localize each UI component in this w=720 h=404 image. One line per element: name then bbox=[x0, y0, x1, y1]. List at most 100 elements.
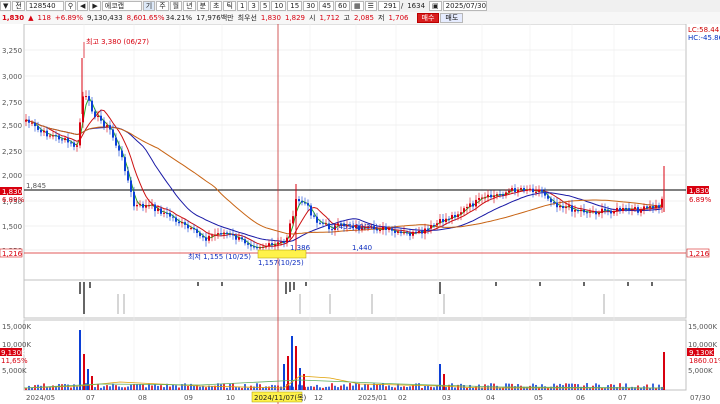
calendar-icon[interactable]: ▣ bbox=[429, 1, 442, 11]
candle-body-190 bbox=[595, 211, 597, 215]
period-year-button[interactable]: 년 bbox=[183, 1, 196, 11]
volume-bar-25 bbox=[100, 387, 102, 390]
vol-right-5000: 5,000K bbox=[688, 367, 713, 375]
volume-spike-3 bbox=[91, 376, 93, 390]
date-label-03: 03 bbox=[442, 394, 451, 402]
low-annotation: 최저 1,155 (10/25) bbox=[188, 252, 251, 261]
candle-body-25 bbox=[100, 115, 102, 121]
volume-bar-120 bbox=[385, 386, 387, 390]
volume-spike-0 bbox=[79, 330, 81, 390]
volume-bar-176 bbox=[553, 383, 555, 390]
volume-bar-81 bbox=[268, 386, 270, 390]
candle-body-199 bbox=[622, 208, 624, 212]
candle-body-72 bbox=[241, 237, 243, 240]
interval-45-button[interactable]: 45 bbox=[319, 1, 335, 11]
candle-body-63 bbox=[214, 234, 216, 236]
candle-body-65 bbox=[220, 233, 222, 235]
stock-chart[interactable]: 3,250 3,000 2,750 2,500 2,250 2,000 1,75… bbox=[0, 24, 720, 404]
volume-bar-51 bbox=[178, 387, 180, 390]
date-label-07a: 07 bbox=[86, 394, 95, 402]
volume-spike-11 bbox=[443, 374, 445, 390]
candle-body-8 bbox=[49, 135, 51, 137]
candle-body-212 bbox=[661, 198, 663, 208]
interval-5-button[interactable]: 5 bbox=[259, 1, 271, 11]
interval-30-button[interactable]: 30 bbox=[303, 1, 319, 11]
interval-3-button[interactable]: 3 bbox=[248, 1, 259, 11]
candle-body-49 bbox=[172, 216, 174, 218]
volume-bar-49 bbox=[172, 384, 174, 390]
candle-body-132 bbox=[421, 231, 423, 234]
volume-bar-112 bbox=[361, 387, 363, 390]
candle-body-206 bbox=[643, 206, 645, 210]
interval-60-button[interactable]: 60 bbox=[335, 1, 350, 11]
right-price-label: 1,830 bbox=[689, 187, 709, 195]
prev-stock-arrow-icon[interactable]: ◀ bbox=[76, 1, 89, 11]
candle-body-7 bbox=[46, 130, 48, 137]
candle-body-143 bbox=[454, 215, 456, 218]
volume-bar-46 bbox=[163, 387, 165, 390]
code-dropdown[interactable]: ▼ bbox=[0, 1, 12, 11]
candle-body-140 bbox=[445, 218, 447, 223]
volume-bar-153 bbox=[484, 384, 486, 390]
candle-body-80 bbox=[265, 246, 267, 248]
candle-body-176 bbox=[553, 202, 555, 204]
candle-body-205 bbox=[640, 209, 642, 213]
volume-bar-29 bbox=[112, 383, 114, 390]
period-minute-button[interactable]: 분 bbox=[196, 1, 210, 11]
date-label-09: 09 bbox=[184, 394, 193, 402]
volume-bar-24 bbox=[97, 384, 99, 390]
candle-body-87 bbox=[286, 237, 288, 243]
ratio-percent: 34.21% bbox=[165, 14, 193, 22]
period-tick-button[interactable]: 틱 bbox=[223, 1, 236, 11]
interval-1-button[interactable]: 1 bbox=[236, 1, 248, 11]
buy-button[interactable]: 매수 bbox=[416, 13, 440, 23]
investor-button[interactable]: 기 bbox=[142, 1, 156, 11]
volume-bar-129 bbox=[412, 385, 414, 390]
candle-body-151 bbox=[478, 198, 480, 200]
market-type-button[interactable]: 전 bbox=[12, 1, 25, 11]
candle-body-182 bbox=[571, 205, 573, 212]
cursor-date-label: 2024/11/07(목) bbox=[254, 394, 307, 402]
candle-body-171 bbox=[538, 189, 540, 192]
volume-bar-195 bbox=[610, 384, 612, 390]
candle-body-100 bbox=[325, 223, 327, 225]
candle-body-131 bbox=[418, 231, 420, 233]
date-label-2024-05: 2024/05 bbox=[26, 394, 55, 402]
vol-left-15000: 15,000K bbox=[2, 323, 31, 331]
candle-body-202 bbox=[631, 208, 633, 211]
candle-body-23 bbox=[94, 111, 96, 118]
next-stock-arrow-icon[interactable]: ▶ bbox=[89, 1, 101, 11]
interval-10-button[interactable]: 10 bbox=[271, 1, 287, 11]
candle-body-186 bbox=[583, 209, 585, 213]
candle-body-142 bbox=[451, 215, 453, 219]
candle-body-14 bbox=[67, 138, 69, 143]
sell-button[interactable]: 매도 bbox=[440, 13, 464, 23]
period-day-button[interactable]: 주 bbox=[156, 1, 169, 11]
candle-body-203 bbox=[634, 207, 636, 209]
price-label-3000: 3,000 bbox=[2, 73, 22, 81]
period-month-button[interactable]: 월 bbox=[169, 1, 183, 11]
indicator-icon[interactable]: ☰ bbox=[364, 1, 377, 11]
page-count-field[interactable]: 291 bbox=[377, 1, 400, 11]
candle-body-141 bbox=[448, 218, 450, 220]
volume-bar-181 bbox=[568, 383, 570, 390]
chart-settings-icon[interactable]: ▦ bbox=[350, 1, 364, 11]
candle-body-3 bbox=[34, 122, 36, 127]
candle-body-75 bbox=[250, 244, 252, 247]
interval-15-button[interactable]: 15 bbox=[287, 1, 303, 11]
volume-bar-117 bbox=[376, 384, 378, 390]
candle-body-121 bbox=[388, 228, 390, 230]
stock-code-input[interactable]: 128540 bbox=[25, 1, 64, 11]
candle-body-27 bbox=[106, 125, 108, 127]
search-icon[interactable]: ⚲ bbox=[64, 1, 76, 11]
candle-body-82 bbox=[271, 243, 273, 245]
date-input[interactable]: 2025/07/30 bbox=[442, 1, 487, 11]
volume-bar-72 bbox=[241, 387, 243, 390]
candle-body-192 bbox=[601, 208, 603, 214]
period-second-button[interactable]: 초 bbox=[210, 1, 223, 11]
candle-body-145 bbox=[460, 212, 462, 215]
candle-body-157 bbox=[496, 194, 498, 196]
candle-body-58 bbox=[199, 232, 201, 237]
volume-bar-140 bbox=[445, 387, 447, 390]
candle-body-78 bbox=[259, 247, 261, 249]
